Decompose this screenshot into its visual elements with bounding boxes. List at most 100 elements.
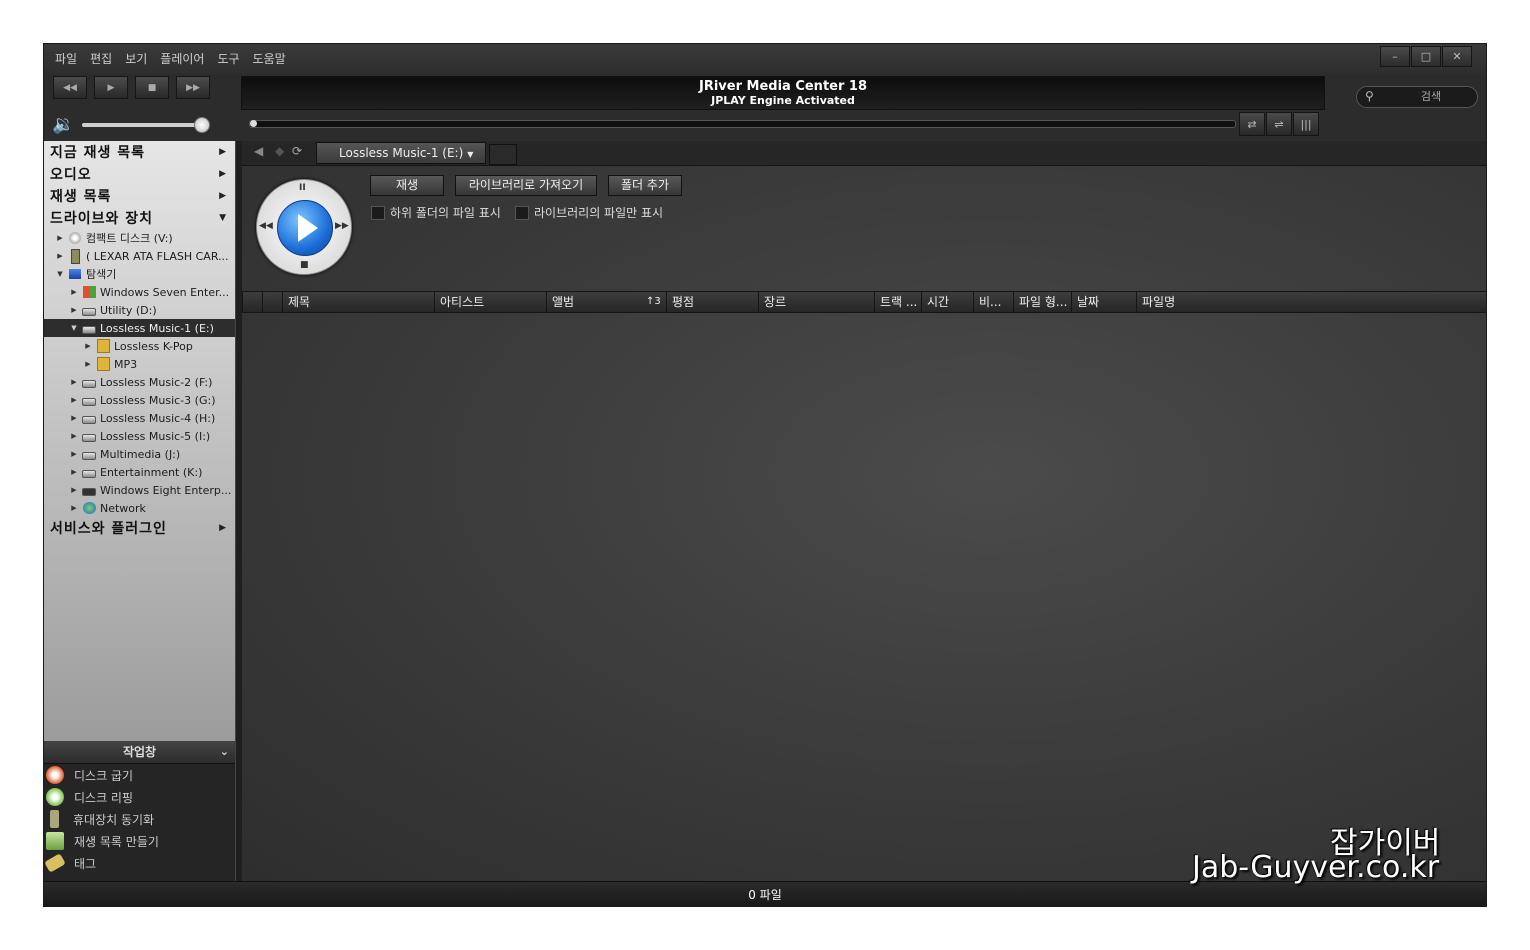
- stop-icon[interactable]: ■: [300, 260, 309, 270]
- fast-forward-icon[interactable]: ▶▶: [335, 221, 349, 231]
- menu-file[interactable]: 파일: [54, 50, 78, 67]
- sidebar-section-services[interactable]: 서비스와 플러그인 ▶: [44, 517, 235, 539]
- minimize-button[interactable]: –: [1380, 46, 1410, 67]
- chevron-down-icon[interactable]: ⌄: [220, 741, 229, 763]
- shuffle-icon[interactable]: ⇌: [1266, 112, 1292, 136]
- pause-icon[interactable]: II: [299, 183, 306, 193]
- column-title[interactable]: 제목: [282, 292, 434, 312]
- tree-item-windows-eight[interactable]: ▶ Windows Eight Enterp...: [44, 481, 235, 499]
- tree-item-explorer[interactable]: ▼ 탐색기: [44, 265, 235, 283]
- tree-item-multimedia[interactable]: ▶ Multimedia (J:): [44, 445, 235, 463]
- sidebar-section-drives[interactable]: 드라이브와 장치 ▼: [44, 207, 235, 229]
- show-subfolder-files-checkbox[interactable]: 하위 폴더의 파일 표시: [371, 204, 501, 221]
- action-tag[interactable]: 태그: [44, 852, 235, 874]
- menu-view[interactable]: 보기: [124, 50, 148, 67]
- menu-edit[interactable]: 편집: [89, 50, 113, 67]
- tree-item-lossless-5[interactable]: ▶ Lossless Music-5 (I:): [44, 427, 235, 445]
- tree-item-lossless-3[interactable]: ▶ Lossless Music-3 (G:): [44, 391, 235, 409]
- rewind-icon[interactable]: ◀◀: [259, 221, 273, 231]
- tree-item-kpop[interactable]: ▶ Lossless K-Pop: [44, 337, 235, 355]
- tree-item-lossless-2[interactable]: ▶ Lossless Music-2 (F:): [44, 373, 235, 391]
- tree-item-lexar[interactable]: ▶ ( LEXAR ATA FLASH CAR...: [44, 247, 235, 265]
- search-input[interactable]: [1387, 89, 1475, 104]
- expand-icon[interactable]: ▶: [68, 396, 80, 404]
- tree-item-cd[interactable]: ▶ 컴팩트 디스크 (V:): [44, 229, 235, 247]
- column-file-type[interactable]: 파일 형...: [1013, 292, 1071, 312]
- menu-player[interactable]: 플레이어: [159, 50, 205, 67]
- sidebar-section-playlists[interactable]: 재생 목록 ▶: [44, 185, 235, 207]
- expand-icon[interactable]: ▶: [82, 360, 94, 368]
- play-icon[interactable]: [277, 200, 333, 256]
- collapse-icon[interactable]: ▼: [54, 270, 66, 278]
- checkbox-box[interactable]: [371, 205, 385, 220]
- column-artist[interactable]: 아티스트: [434, 292, 546, 312]
- tree-item-utility[interactable]: ▶ Utility (D:): [44, 301, 235, 319]
- close-button[interactable]: ✕: [1442, 46, 1472, 67]
- column-filename[interactable]: 파일명: [1136, 292, 1486, 312]
- expand-icon[interactable]: ▶: [68, 432, 80, 440]
- back-icon[interactable]: ◀: [254, 144, 263, 158]
- column-status[interactable]: [242, 292, 262, 312]
- expand-icon[interactable]: ▶: [68, 378, 80, 386]
- expand-icon[interactable]: ▶: [82, 342, 94, 350]
- volume-knob[interactable]: [194, 117, 210, 133]
- tree-item-network[interactable]: ▶ Network: [44, 499, 235, 517]
- import-to-library-button[interactable]: 라이브러리로 가져오기: [455, 175, 597, 196]
- tree-item-mp3[interactable]: ▶ MP3: [44, 355, 235, 373]
- tree-item-entertainment[interactable]: ▶ Entertainment (K:): [44, 463, 235, 481]
- checkbox-box[interactable]: [515, 205, 529, 220]
- library-files-only-checkbox[interactable]: 라이브러리의 파일만 표시: [515, 204, 663, 221]
- next-button[interactable]: ▶▶: [176, 76, 210, 99]
- action-sync-device[interactable]: 휴대장치 동기화: [44, 808, 235, 830]
- seek-handle[interactable]: [250, 120, 257, 127]
- sidebar-splitter[interactable]: [235, 141, 242, 881]
- play-button[interactable]: ▶: [94, 76, 128, 99]
- refresh-icon[interactable]: ⟳: [292, 144, 302, 158]
- caret-down-icon: ▼: [467, 150, 474, 159]
- column-bitrate[interactable]: 비...: [973, 292, 1013, 312]
- menu: 파일 편집 보기 플레이어 도구 도움말: [54, 50, 287, 67]
- previous-button[interactable]: ◀◀: [53, 76, 87, 99]
- expand-icon[interactable]: ▶: [68, 486, 80, 494]
- tree-item-windows-seven[interactable]: ▶ Windows Seven Enter...: [44, 283, 235, 301]
- play-action-button[interactable]: 재생: [370, 175, 444, 196]
- column-status-2[interactable]: [262, 292, 282, 312]
- menu-help[interactable]: 도움말: [252, 50, 287, 67]
- menu-tools[interactable]: 도구: [216, 50, 240, 67]
- seek-bar[interactable]: [249, 120, 1236, 128]
- expand-icon[interactable]: ▶: [68, 306, 80, 314]
- expand-icon[interactable]: ▶: [54, 234, 66, 242]
- action-window-header[interactable]: 작업창 ⌄: [44, 741, 235, 764]
- equalizer-icon[interactable]: |||: [1293, 112, 1319, 136]
- column-album[interactable]: 앨범: [546, 292, 644, 312]
- expand-icon[interactable]: ▶: [68, 450, 80, 458]
- section-label: 오디오: [50, 167, 92, 183]
- stop-button[interactable]: ■: [135, 76, 169, 99]
- sidebar-section-now-playing[interactable]: 지금 재생 목록 ▶: [44, 141, 235, 163]
- column-track[interactable]: 트랙 ...: [874, 292, 921, 312]
- add-folder-button[interactable]: 폴더 추가: [608, 175, 682, 196]
- expand-icon[interactable]: ▶: [68, 468, 80, 476]
- expand-icon[interactable]: ▶: [68, 288, 80, 296]
- forward-icon[interactable]: ◆: [275, 144, 284, 158]
- column-date[interactable]: 날짜: [1071, 292, 1136, 312]
- expand-icon[interactable]: ▶: [54, 252, 66, 260]
- collapse-icon[interactable]: ▼: [68, 324, 80, 332]
- column-genre[interactable]: 장르: [758, 292, 874, 312]
- repeat-icon[interactable]: ⇄: [1239, 112, 1265, 136]
- volume-slider[interactable]: [82, 123, 202, 127]
- column-duration[interactable]: 시간: [921, 292, 973, 312]
- action-create-playlist[interactable]: 재생 목록 만들기: [44, 830, 235, 852]
- sidebar-section-audio[interactable]: 오디오 ▶: [44, 163, 235, 185]
- action-rip-disc[interactable]: 디스크 리핑: [44, 786, 235, 808]
- tab-lossless-music-1[interactable]: Lossless Music-1 (E:) ▼: [316, 142, 486, 164]
- expand-icon[interactable]: ▶: [68, 504, 80, 512]
- maximize-button[interactable]: □: [1411, 46, 1441, 67]
- action-burn-disc[interactable]: 디스크 굽기: [44, 764, 235, 786]
- tree-item-lossless-1[interactable]: ▼ Lossless Music-1 (E:): [44, 319, 235, 337]
- expand-icon[interactable]: ▶: [68, 414, 80, 422]
- volume-icon[interactable]: 🔉: [52, 114, 74, 135]
- tree-item-lossless-4[interactable]: ▶ Lossless Music-4 (H:): [44, 409, 235, 427]
- column-rating[interactable]: 평점: [666, 292, 758, 312]
- new-tab-button[interactable]: [489, 144, 517, 165]
